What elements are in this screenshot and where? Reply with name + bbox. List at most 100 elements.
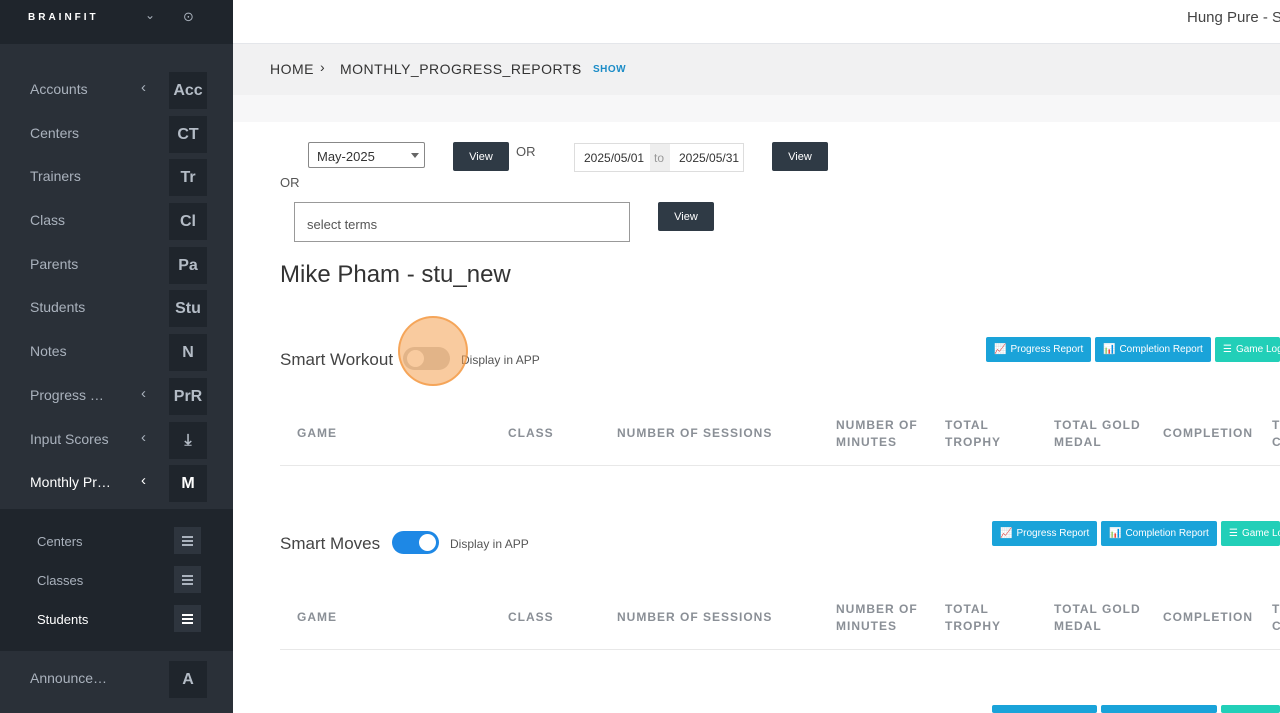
date-range-picker: 2025/05/01 to 2025/05/31 bbox=[574, 143, 744, 172]
submenu-item-label: Centers bbox=[37, 534, 83, 549]
sidebar-item-students[interactable]: Students Stu bbox=[0, 286, 233, 330]
submenu-item-label: Classes bbox=[37, 573, 84, 588]
chevron-right-icon: › bbox=[572, 59, 577, 75]
column-header: TOTAL GOLD MEDAL bbox=[1054, 602, 1141, 633]
user-menu[interactable]: Hung Pure - S bbox=[1187, 9, 1280, 26]
submenu-item-students[interactable]: Students bbox=[0, 600, 233, 639]
column-header: COMPLETION bbox=[1163, 610, 1253, 624]
sidebar-item-label: Parents bbox=[30, 256, 79, 272]
progress-report-button[interactable]: 📈 Progress Report bbox=[986, 337, 1092, 362]
sidebar-item-parents[interactable]: Parents Pa bbox=[0, 243, 233, 287]
column-header: TOTAL TROPHY bbox=[945, 418, 1002, 449]
sidebar-item-trainers[interactable]: Trainers Tr bbox=[0, 155, 233, 199]
list-icon bbox=[174, 566, 201, 593]
sidebar-item-tile: Stu bbox=[169, 290, 207, 327]
column-header: GAME bbox=[297, 426, 337, 440]
sidebar-item-label: Progress … bbox=[30, 387, 104, 403]
sidebar-item-accounts[interactable]: Accounts ‹ Acc bbox=[0, 68, 233, 112]
click-highlight bbox=[398, 316, 468, 386]
column-header: NUMBER OF MINUTES bbox=[836, 602, 918, 633]
list-icon bbox=[174, 527, 201, 554]
button-label: Progress Report bbox=[1016, 528, 1090, 539]
sidebar-item-label: Trainers bbox=[30, 168, 81, 184]
progress-report-button[interactable]: 📈 Progress Report bbox=[992, 521, 1098, 546]
completion-report-button[interactable]: 📊 Completion Report bbox=[1101, 521, 1217, 546]
view-date-range-button[interactable]: View bbox=[772, 142, 828, 171]
completion-report-button[interactable]: 📊 Completion Report bbox=[1095, 337, 1211, 362]
sidebar-header: BRAINFIT ⌄ ⊙ bbox=[0, 0, 233, 44]
sidebar-item-label: Input Scores bbox=[30, 431, 109, 447]
progress-report-button[interactable] bbox=[992, 705, 1097, 713]
sidebar-item-tile: Pa bbox=[169, 247, 207, 284]
line-chart-icon: 📈 bbox=[994, 344, 1007, 355]
terms-select[interactable]: select terms bbox=[294, 202, 630, 242]
game-log-button[interactable] bbox=[1221, 705, 1280, 713]
display-in-app-toggle[interactable] bbox=[392, 531, 439, 554]
sidebar-item-centers[interactable]: Centers CT bbox=[0, 112, 233, 156]
column-header: GAME bbox=[297, 610, 337, 624]
chevron-right-icon: › bbox=[320, 59, 325, 75]
breadcrumb-current: SHOW bbox=[593, 64, 627, 75]
breadcrumb-monthly-progress-reports[interactable]: MONTHLY_PROGRESS_REPORTS bbox=[340, 61, 582, 77]
bar-chart-icon: 📊 bbox=[1103, 344, 1116, 355]
settings-icon[interactable]: ⊙ bbox=[183, 9, 194, 25]
column-header: NUMBER OF MINUTES bbox=[836, 418, 918, 449]
or-label: OR bbox=[516, 144, 536, 159]
game-log-button[interactable]: ☰Game Log bbox=[1215, 337, 1280, 362]
sidebar-item-tile: Acc bbox=[169, 72, 207, 109]
completion-report-button[interactable] bbox=[1101, 705, 1217, 713]
sidebar-item-tile: A bbox=[169, 661, 207, 698]
list-icon: ☰ bbox=[1223, 344, 1232, 355]
button-label: Progress Report bbox=[1010, 344, 1084, 355]
button-label: Completion Report bbox=[1119, 344, 1203, 355]
line-chart-icon: 📈 bbox=[1000, 528, 1013, 539]
sidebar-item-label: Centers bbox=[30, 125, 80, 141]
column-header: NUMBER OF SESSIONS bbox=[617, 426, 773, 440]
chevron-left-icon: ‹ bbox=[141, 79, 146, 96]
chevron-left-icon: ‹ bbox=[141, 472, 146, 489]
submenu-item-centers[interactable]: Centers bbox=[0, 522, 233, 561]
display-in-app-label: Display in APP bbox=[461, 353, 540, 367]
game-log-button[interactable]: ☰Game Log bbox=[1221, 521, 1280, 546]
view-terms-button[interactable]: View bbox=[658, 202, 714, 231]
top-bar: Hung Pure - S bbox=[233, 0, 1280, 44]
download-icon: ⤓ bbox=[169, 422, 207, 459]
submenu-item-classes[interactable]: Classes bbox=[0, 561, 233, 600]
button-label: Completion Report bbox=[1125, 528, 1209, 539]
sidebar-item-tile: PrR bbox=[169, 378, 207, 415]
date-from-input[interactable]: 2025/05/01 bbox=[575, 144, 650, 171]
sidebar-item-label: Accounts bbox=[30, 81, 88, 97]
sidebar-item-label: Notes bbox=[30, 343, 67, 359]
column-header: COMPLETION bbox=[1163, 426, 1253, 440]
submenu-item-label: Students bbox=[37, 612, 89, 627]
column-header: T C bbox=[1272, 418, 1280, 449]
sidebar: BRAINFIT ⌄ ⊙ Accounts ‹ Acc Centers CT T… bbox=[0, 0, 233, 713]
sidebar-item-monthly-progress[interactable]: Monthly Pr… ‹ M bbox=[0, 461, 233, 505]
list-icon bbox=[174, 605, 201, 632]
sidebar-item-announcements[interactable]: Announce… A bbox=[0, 657, 233, 701]
sidebar-item-tile: Cl bbox=[169, 203, 207, 240]
bar-chart-icon: 📊 bbox=[1109, 528, 1122, 539]
column-header: TOTAL GOLD MEDAL bbox=[1054, 418, 1141, 449]
sidebar-item-tile: N bbox=[169, 334, 207, 371]
sidebar-item-class[interactable]: Class Cl bbox=[0, 199, 233, 243]
content-divider bbox=[233, 95, 1280, 122]
sidebar-item-label: Announce… bbox=[30, 670, 108, 686]
sidebar-item-progress-reports[interactable]: Progress … ‹ PrR bbox=[0, 374, 233, 418]
display-in-app-label: Display in APP bbox=[450, 537, 529, 551]
breadcrumb-home[interactable]: HOME bbox=[270, 61, 314, 77]
sidebar-item-input-scores[interactable]: Input Scores ‹ ⤓ bbox=[0, 418, 233, 462]
or-label: OR bbox=[280, 175, 300, 190]
month-select[interactable]: May-2025 bbox=[308, 142, 425, 168]
chevron-down-icon[interactable]: ⌄ bbox=[145, 8, 155, 22]
terms-placeholder: select terms bbox=[307, 217, 378, 232]
column-header: NUMBER OF SESSIONS bbox=[617, 610, 773, 624]
column-header: CLASS bbox=[508, 610, 554, 624]
column-header: T C bbox=[1272, 602, 1280, 633]
button-label: Game Log bbox=[1241, 528, 1280, 539]
date-end-input[interactable]: 2025/05/31 bbox=[670, 144, 743, 171]
sidebar-item-tile: M bbox=[169, 465, 207, 502]
brand-logo[interactable]: BRAINFIT bbox=[28, 12, 99, 23]
sidebar-item-notes[interactable]: Notes N bbox=[0, 330, 233, 374]
view-month-button[interactable]: View bbox=[453, 142, 509, 171]
